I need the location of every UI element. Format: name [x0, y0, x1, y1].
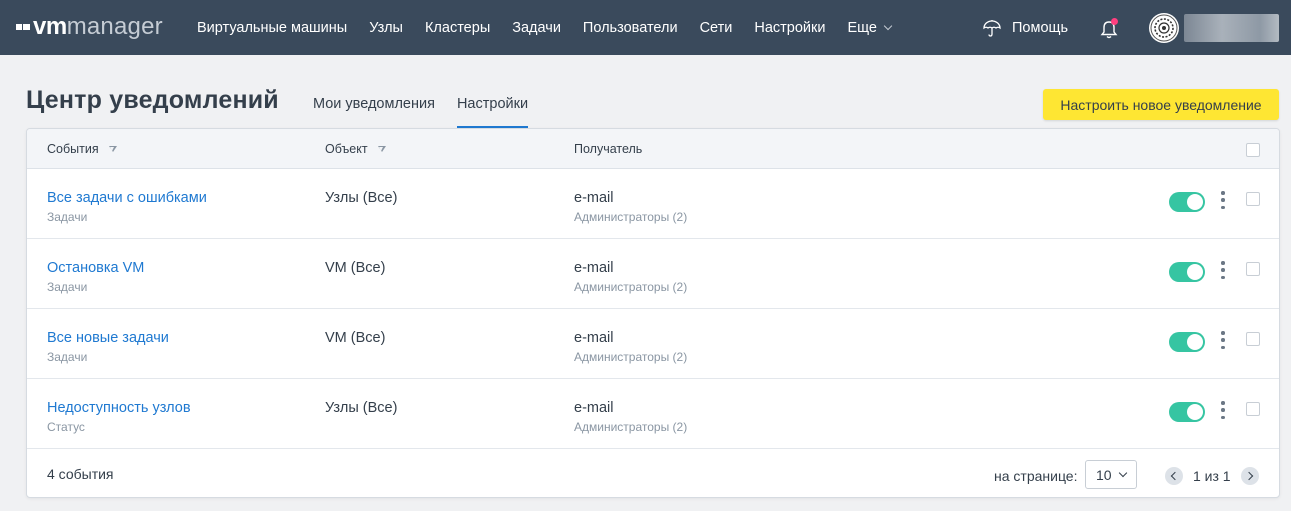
table-header: События Объект Получатель — [27, 129, 1279, 169]
page-title: Центр уведомлений — [26, 86, 279, 114]
logo-text-vm: vm — [33, 13, 67, 40]
recipient-detail: Администраторы (2) — [574, 350, 688, 364]
filter-icon[interactable] — [377, 146, 386, 152]
user-avatar-emblem-icon — [1150, 14, 1178, 42]
top-navigation-bar: vm manager Виртуальные машины Узлы Класт… — [0, 0, 1291, 55]
toggle-knob — [1187, 264, 1203, 280]
tab-settings[interactable]: Настройки — [456, 96, 529, 128]
event-object: VM (Все) — [325, 260, 386, 276]
help-label: Помощь — [1012, 19, 1069, 36]
notification-badge — [1111, 18, 1118, 25]
avatar[interactable] — [1149, 13, 1179, 43]
event-name-link[interactable]: Остановка VM — [47, 260, 144, 276]
nav-item-networks[interactable]: Сети — [689, 20, 744, 36]
event-name-link[interactable]: Все задачи с ошибками — [47, 190, 207, 206]
table-row: Все задачи с ошибками Задачи Узлы (Все) … — [27, 169, 1279, 239]
nav-item-settings[interactable]: Настройки — [743, 20, 836, 36]
recipient-detail: Администраторы (2) — [574, 420, 688, 434]
event-category: Задачи — [47, 210, 88, 224]
more-vertical-icon[interactable] — [1220, 191, 1226, 209]
chevron-down-icon — [883, 21, 893, 30]
tab-my-notifications[interactable]: Мои уведомления — [313, 96, 435, 128]
more-vertical-icon[interactable] — [1220, 401, 1226, 419]
table-row: Остановка VM Задачи VM (Все) e-mail Адми… — [27, 239, 1279, 309]
nav-item-nodes[interactable]: Узлы — [358, 20, 414, 36]
nav-item-tasks[interactable]: Задачи — [501, 20, 572, 36]
enabled-toggle[interactable] — [1169, 262, 1205, 282]
row-checkbox[interactable] — [1246, 332, 1260, 346]
event-object: Узлы (Все) — [325, 400, 398, 416]
enabled-toggle[interactable] — [1169, 402, 1205, 422]
enabled-toggle[interactable] — [1169, 192, 1205, 212]
table-row: Недоступность узлов Статус Узлы (Все) e-… — [27, 379, 1279, 449]
event-name-link[interactable]: Недоступность узлов — [47, 400, 191, 416]
per-page-select[interactable]: 10 — [1085, 460, 1137, 489]
nav-item-users[interactable]: Пользователи — [572, 20, 689, 36]
column-header-events-label: События — [47, 142, 99, 156]
configure-new-notification-button[interactable]: Настроить новое уведомление — [1043, 89, 1279, 120]
per-page-label: на странице: — [994, 468, 1078, 484]
main-nav: Виртуальные машины Узлы Кластеры Задачи … — [186, 0, 902, 55]
recipient-detail: Администраторы (2) — [574, 280, 688, 294]
recipient-detail: Администраторы (2) — [574, 210, 688, 224]
nav-item-clusters[interactable]: Кластеры — [414, 20, 501, 36]
event-object: VM (Все) — [325, 330, 386, 346]
row-checkbox[interactable] — [1246, 192, 1260, 206]
pagination-text: 1 из 1 — [1193, 468, 1231, 484]
table-row: Все новые задачи Задачи VM (Все) e-mail … — [27, 309, 1279, 379]
row-checkbox[interactable] — [1246, 262, 1260, 276]
column-header-object[interactable]: Объект — [325, 142, 386, 156]
event-category: Задачи — [47, 350, 88, 364]
recipient-channel: e-mail — [574, 260, 614, 276]
nav-item-more[interactable]: Еще — [836, 20, 902, 36]
event-category: Статус — [47, 420, 85, 434]
logo-text-manager: manager — [66, 13, 163, 40]
logo-mark-icon — [16, 22, 30, 32]
select-all-checkbox[interactable] — [1246, 143, 1260, 157]
recipient-channel: e-mail — [574, 400, 614, 416]
chevron-right-icon[interactable] — [1241, 467, 1259, 485]
per-page-value: 10 — [1096, 466, 1112, 483]
nav-item-more-label: Еще — [847, 19, 877, 36]
table-footer: 4 события на странице: 10 1 из 1 — [27, 449, 1279, 497]
row-checkbox[interactable] — [1246, 402, 1260, 416]
recipient-channel: e-mail — [574, 330, 614, 346]
notifications-button[interactable] — [1099, 18, 1119, 40]
chevron-down-icon — [1118, 468, 1128, 478]
help-button[interactable]: Помощь — [982, 0, 1068, 55]
tabs: Мои уведомления Настройки — [313, 96, 550, 128]
more-vertical-icon[interactable] — [1220, 331, 1226, 349]
filter-icon[interactable] — [108, 146, 117, 152]
events-count: 4 события — [47, 466, 114, 482]
toggle-knob — [1187, 334, 1203, 350]
enabled-toggle[interactable] — [1169, 332, 1205, 352]
event-category: Задачи — [47, 280, 88, 294]
column-header-recipient: Получатель — [574, 142, 642, 156]
chevron-left-icon[interactable] — [1165, 467, 1183, 485]
column-header-recipient-label: Получатель — [574, 142, 643, 156]
nav-item-virtual-machines[interactable]: Виртуальные машины — [186, 20, 358, 36]
event-name-link[interactable]: Все новые задачи — [47, 330, 169, 346]
username-redacted[interactable] — [1184, 14, 1279, 42]
vmmanager-logo[interactable]: vm manager — [16, 13, 163, 41]
umbrella-icon — [983, 19, 1001, 37]
toggle-knob — [1187, 404, 1203, 420]
more-vertical-icon[interactable] — [1220, 261, 1226, 279]
column-header-object-label: Объект — [325, 142, 368, 156]
recipient-channel: e-mail — [574, 190, 614, 206]
toggle-knob — [1187, 194, 1203, 210]
event-object: Узлы (Все) — [325, 190, 398, 206]
notification-rules-table: События Объект Получатель Все задачи с о… — [26, 128, 1280, 498]
column-header-events[interactable]: События — [47, 142, 117, 156]
